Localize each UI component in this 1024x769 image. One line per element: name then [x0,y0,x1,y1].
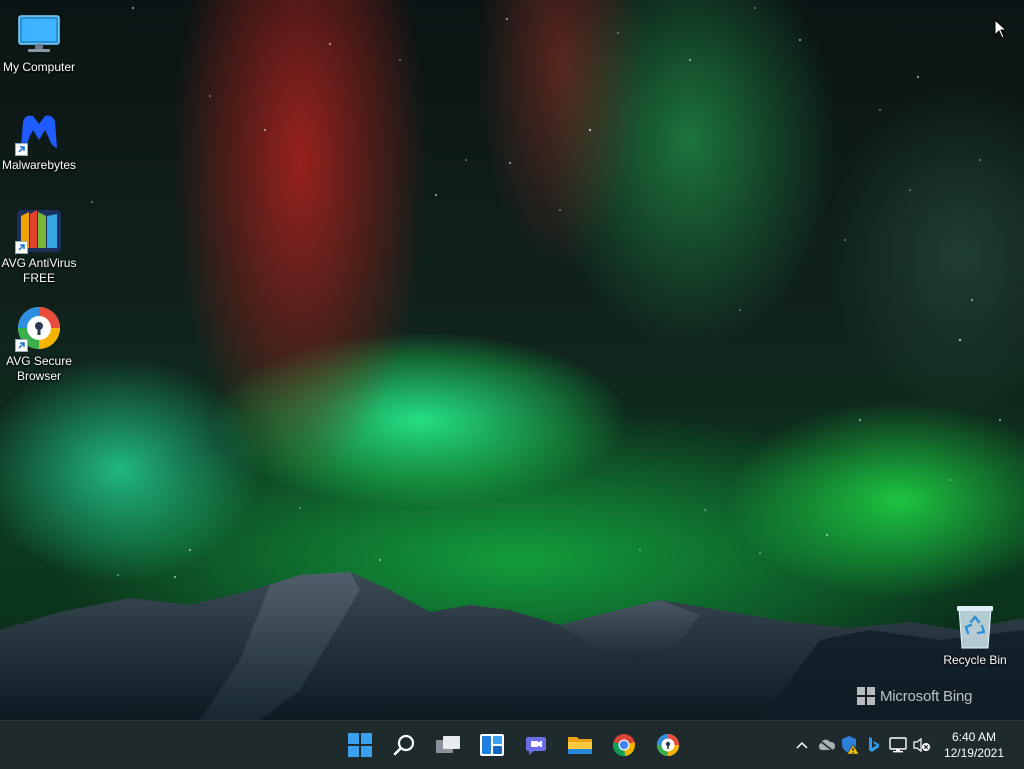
desktop-icon-avg-secure-browser[interactable]: AVG Secure Browser [0,298,78,384]
desktop-icon-label: Malwarebytes [1,158,77,172]
search-icon [393,734,415,756]
network-icon [889,737,907,753]
recycle-bin-icon [951,603,999,651]
start-button[interactable] [340,725,380,765]
chevron-up-icon [796,741,808,749]
desktop-icon-recycle-bin[interactable]: Recycle Bin [938,597,1012,668]
onedrive-tray-button[interactable] [814,729,838,761]
volume-muted-icon [913,737,930,753]
desktop-icon-label: AVG Secure Browser [6,354,72,383]
desktop-icon-avg-antivirus[interactable]: AVG AntiVirus FREE [0,200,78,286]
avg-shield-warning-icon [841,736,860,755]
desktop-icon-label: My Computer [2,60,76,74]
shortcut-arrow-icon [15,241,28,254]
microsoft-logo-icon [857,687,875,705]
widgets-icon [480,734,504,756]
taskbar: 6:40 AM 12/19/2021 [0,720,1024,769]
widgets-button[interactable] [472,725,512,765]
mountain-silhouette [0,572,1024,720]
desktop-background[interactable]: My Computer Malwarebytes AVG AntiVirus F… [0,0,1024,720]
search-button[interactable] [384,725,424,765]
onedrive-cloud-icon [818,739,836,752]
clock-time: 6:40 AM [951,730,996,744]
show-desktop-button[interactable] [1018,721,1024,769]
network-tray-button[interactable] [886,729,910,761]
bing-watermark: Microsoft Bing [857,687,972,705]
avg-secure-browser-icon [15,304,63,352]
clock-date: 12/19/2021 [943,746,1004,760]
teams-chat-icon [526,737,546,755]
mouse-cursor-icon [994,19,1008,39]
desktop-icon-malwarebytes[interactable]: Malwarebytes [0,102,78,173]
avg-secure-browser-taskbar-button[interactable] [648,725,688,765]
taskbar-apps [340,721,688,769]
malwarebytes-logo-icon [15,108,63,156]
avg-antivirus-icon [15,206,63,254]
chat-button[interactable] [516,725,556,765]
shortcut-arrow-icon [15,339,28,352]
system-tray: 6:40 AM 12/19/2021 [790,721,1024,769]
shortcut-arrow-icon [15,143,28,156]
task-view-icon [436,736,460,753]
task-view-button[interactable] [428,725,468,765]
show-hidden-icons-button[interactable] [790,729,814,761]
desktop-icon-my-computer[interactable]: My Computer [0,4,78,75]
file-explorer-icon [568,737,592,754]
bing-watermark-text: Microsoft Bing [880,687,973,705]
taskbar-clock[interactable]: 6:40 AM 12/19/2021 [944,729,1004,761]
windows-start-icon [348,733,372,757]
computer-monitor-icon [15,10,63,58]
desktop-icon-label: Recycle Bin [943,653,1007,667]
bing-icon [868,737,879,752]
volume-tray-button[interactable] [910,729,934,761]
chrome-button[interactable] [604,725,644,765]
avg-tray-button[interactable] [838,729,862,761]
chrome-icon [612,734,635,757]
file-explorer-button[interactable] [560,725,600,765]
bing-tray-button[interactable] [862,729,886,761]
avg-secure-browser-icon [657,734,679,756]
starfield [91,7,1001,578]
desktop-icon-label: AVG AntiVirus FREE [1,256,77,285]
